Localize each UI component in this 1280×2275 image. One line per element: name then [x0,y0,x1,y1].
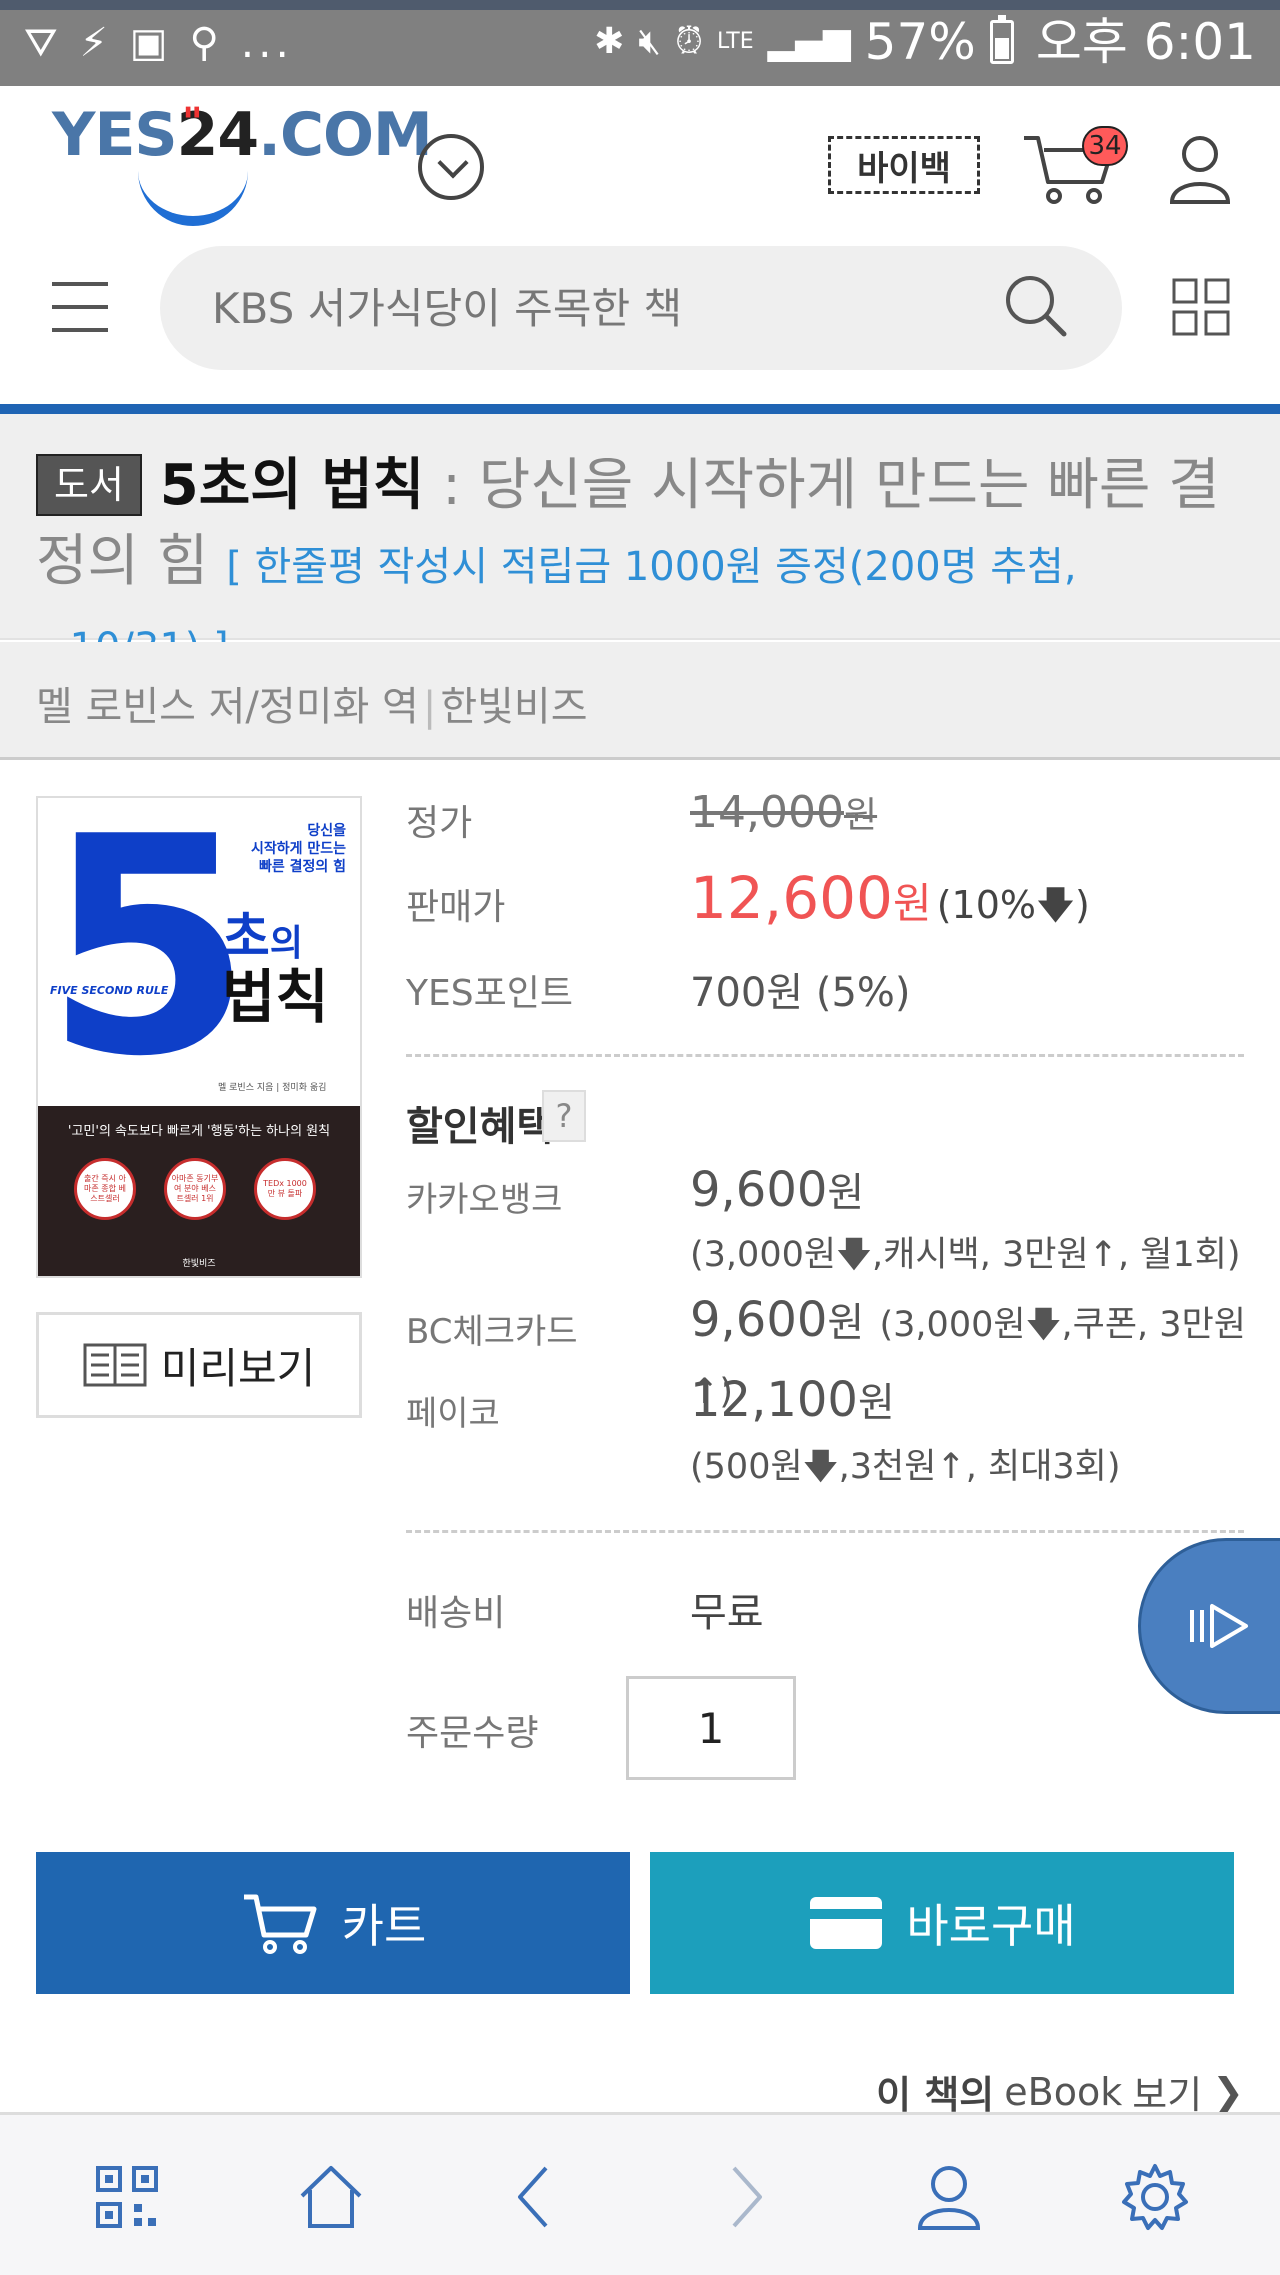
buyback-button[interactable]: 바이백 [828,136,980,194]
battery-icon [989,15,1014,64]
add-to-cart-button[interactable]: 카트 [36,1852,630,1994]
discount-price: 9,600원 [690,1162,865,1218]
status-bar: ⛛ ⚡ ▣ ⚲ ... ✱ 🔇︎ ⏰︎ LTE ▂▄▆ 57% 오후 6:01 [0,0,1280,86]
category-grid-icon[interactable] [1172,278,1230,336]
cover-subtitle: 당신을 시작하게 만드는 빠른 결정의 힘 [250,823,346,875]
book-title: 5초의 법칙 [159,453,425,518]
category-badge: 도서 [36,454,142,516]
search-input[interactable] [212,246,1012,370]
cover-tagline: '고민'의 속도보다 빠르게 '행동'하는 하나의 원칙 [67,1124,331,1139]
play-icon [1190,1604,1248,1648]
sale-price-label: 판매가 [406,887,506,928]
discount-name: 카카오뱅크 [406,1180,563,1220]
shipping-label: 배송비 [406,1593,506,1634]
lightning-icon: ⚡ [79,20,108,66]
cart-count-badge: 34 [1082,126,1128,166]
qr-icon[interactable] [92,2162,162,2232]
home-icon[interactable] [296,2162,366,2232]
clock: 오후 6:01 [1035,13,1256,71]
cart-icon [243,1894,317,1954]
list-price-value: 14,000원 [690,787,878,838]
ebook-suffix: 보기 [1132,2073,1203,2117]
discount-price: 12,100원 [690,1372,895,1428]
credit-card-icon [810,1897,883,1949]
menu-icon[interactable] [52,282,108,332]
forward-icon[interactable] [708,2162,778,2232]
settings-icon[interactable] [1120,2162,1190,2232]
status-right-icons: ✱ 🔇︎ ⏰︎ LTE ▂▄▆ 57% 오후 6:01 [594,14,1256,70]
image-icon: ▣ [129,20,168,66]
cover-badge: 출간 즉시 아마존 종합 베스트셀러 [74,1158,136,1220]
preview-label: 미리보기 [160,1343,316,1393]
discount-name: 페이코 [406,1394,500,1434]
cover-badge: TEDx 1000만 뷰 돌파 [254,1158,316,1220]
cover-author: 멜 로빈스 지음 | 정미화 옮김 [218,1083,327,1093]
divider [406,1054,1244,1057]
chevron-right-icon: ❯ [1212,2069,1244,2114]
ebook-brand: eBook [1004,2069,1123,2114]
sale-price-value: 12,600원 (10%🡇) [690,864,1090,932]
discount-name: BC체크카드 [406,1312,578,1352]
buy-now-button[interactable]: 바로구매 [650,1852,1234,1994]
signal-icon: ▂▄▆ [767,21,851,62]
discount-title: 할인혜택 [406,1104,554,1150]
book-open-icon [83,1343,147,1387]
more-notifications: ... [240,18,293,67]
author-line: 멜 로빈스 저/정미화 역 | 한빛비즈 [36,684,588,730]
chevron-down-icon[interactable] [418,134,484,200]
list-price-label: 정가 [406,803,473,844]
divider [406,1530,1244,1533]
cover-bottom: '고민'의 속도보다 빠르게 '행동'하는 하나의 원칙 출간 즉시 아마존 종… [38,1106,360,1276]
cover-top: 5 당신을 시작하게 만드는 빠른 결정의 힘 FIVE SECOND RULE… [38,798,360,1106]
back-icon[interactable] [502,2162,572,2232]
search-box[interactable] [160,246,1122,370]
quantity-label: 주문수량 [406,1713,539,1754]
ebook-prefix: 이 책의 [876,2073,995,2117]
discount-note: (500원🡇,3천원↑, 최대3회) [690,1447,1121,1487]
preview-button[interactable]: 미리보기 [36,1312,362,1418]
quantity-input[interactable] [626,1676,796,1780]
discount-help-button[interactable]: ? [542,1090,586,1142]
shipping-value: 무료 [690,1590,764,1636]
alarm-icon: ⏰︎ [674,21,704,62]
app-icon: ⛛ [24,20,58,66]
mute-icon: 🔇︎ [638,21,661,62]
bottom-navigation [0,2112,1280,2275]
logo-suffix: .COM [258,100,433,170]
cart-button-label: 카트 [341,1899,427,1953]
search-icon[interactable] [1000,270,1070,340]
publisher-name[interactable]: 한빛비즈 [440,684,587,730]
bluetooth-icon: ✱ [594,21,625,62]
cover-publisher: 한빛비즈 [182,1259,216,1269]
sale-rate: (10%🡇) [936,883,1090,927]
point-value: 700원 (5%) [690,970,911,1016]
discount-note: (3,000원🡇,캐시백, 3만원↑, 월1회) [690,1235,1241,1275]
battery-percent: 57% [864,13,976,71]
cover-title-b: 법칙 [222,963,329,1031]
network-type: LTE [717,29,754,54]
cover-english-title: FIVE SECOND RULE [50,984,169,997]
user-icon[interactable] [914,2162,984,2232]
cover-badge: 아마존 동기부여 분야 베스트셀러 1위 [164,1158,226,1220]
author-name[interactable]: 멜 로빈스 저/정미화 역 [36,684,419,730]
usb-icon: ⚲ [189,20,219,66]
buy-button-label: 바로구매 [906,1899,1076,1953]
header-divider [0,404,1280,414]
logo-eyes: " [182,100,205,146]
point-label: YES포인트 [406,973,573,1014]
book-cover[interactable]: 5 당신을 시작하게 만드는 빠른 결정의 힘 FIVE SECOND RULE… [36,796,362,1278]
user-icon[interactable] [1168,132,1232,204]
status-left-icons: ⛛ ⚡ ▣ ⚲ ... [24,18,293,68]
ebook-link[interactable]: 이 책의 eBook 보기 ❯ [876,2064,1244,2119]
status-stripe [0,0,1280,10]
